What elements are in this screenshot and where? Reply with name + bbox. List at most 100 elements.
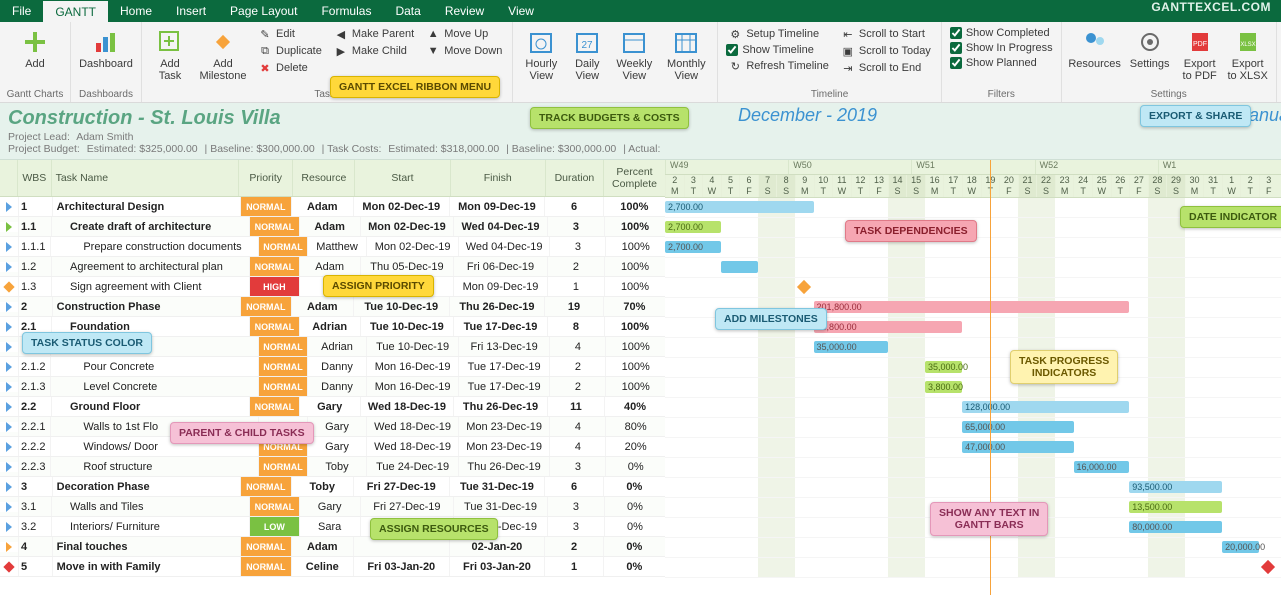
hourly-view-button[interactable]: Hourly View — [519, 24, 563, 82]
cell-resource[interactable]: Gary — [307, 417, 367, 436]
cell-task-name[interactable]: Decoration Phase — [52, 477, 240, 496]
cell-start[interactable]: Thu 05-Dec-19 — [360, 257, 454, 276]
task-row[interactable]: 1.1Create draft of architectureNORMALAda… — [0, 217, 665, 237]
show-planned-checkbox[interactable]: Show Planned — [948, 56, 1055, 70]
cell-start[interactable]: Tue 10-Dec-19 — [353, 297, 449, 316]
cell-priority[interactable]: NORMAL — [258, 337, 306, 356]
cell-priority[interactable]: NORMAL — [240, 297, 291, 316]
resources-button[interactable]: Resources — [1068, 24, 1122, 70]
gantt-bar[interactable]: 201,800.00 — [814, 301, 1130, 313]
cell-resource[interactable]: Adam — [299, 217, 360, 236]
refresh-timeline-button[interactable]: ↻Refresh Timeline — [724, 58, 833, 74]
cell-percent[interactable]: 100% — [604, 217, 665, 236]
cell-priority[interactable]: NORMAL — [240, 557, 291, 576]
duplicate-button[interactable]: ⧉Duplicate — [254, 43, 326, 59]
col-finish[interactable]: Finish — [450, 160, 545, 196]
cell-task-name[interactable]: Move in with Family — [52, 557, 240, 576]
add-task-button[interactable]: Add Task — [148, 24, 192, 82]
cell-priority[interactable]: HIGH — [249, 277, 299, 296]
col-start[interactable]: Start — [354, 160, 449, 196]
cell-wbs[interactable]: 3 — [18, 477, 52, 496]
col-priority[interactable]: Priority — [238, 160, 292, 196]
task-row[interactable]: 2.2.1Walls to 1st FloGaryWed 18-Dec-19Mo… — [0, 417, 665, 437]
task-row[interactable]: 3.2Interiors/ FurnitureLOWSaraFri 27-Dec… — [0, 517, 665, 537]
tab-page-layout[interactable]: Page Layout — [218, 0, 309, 22]
export-xlsx-button[interactable]: XLSXExport to XLSX — [1226, 24, 1270, 82]
cell-start[interactable]: Tue 10-Dec-19 — [360, 317, 454, 336]
cell-task-name[interactable]: Pour Concrete — [50, 357, 258, 376]
gantt-bar[interactable]: 3,800.00 — [925, 381, 962, 393]
cell-duration[interactable]: 2 — [549, 357, 605, 376]
cell-duration[interactable]: 3 — [547, 517, 604, 536]
cell-start[interactable]: Fri 27-Dec-19 — [360, 497, 454, 516]
show-completed-checkbox[interactable]: Show Completed — [948, 26, 1055, 40]
cell-duration[interactable]: 2 — [547, 257, 604, 276]
cell-resource[interactable]: Danny — [307, 377, 367, 396]
cell-resource[interactable]: Adam — [291, 537, 353, 556]
cell-finish[interactable]: Tue 31-Dec-19 — [453, 497, 547, 516]
cell-finish[interactable]: Tue 17-Dec-19 — [458, 357, 550, 376]
cell-priority[interactable]: NORMAL — [249, 397, 299, 416]
col-duration[interactable]: Duration — [545, 160, 603, 196]
cell-wbs[interactable]: 1.1.1 — [18, 237, 50, 256]
gantt-bar[interactable]: 35,000.00 — [814, 341, 888, 353]
cell-finish[interactable]: Fri 13-Dec-19 — [458, 337, 550, 356]
col-task[interactable]: Task Name — [51, 160, 238, 196]
cell-percent[interactable]: 100% — [605, 337, 665, 356]
cell-wbs[interactable]: 1 — [18, 197, 52, 216]
cell-start[interactable]: Wed 18-Dec-19 — [360, 397, 454, 416]
cell-resource[interactable]: Adam — [291, 197, 353, 216]
cell-wbs[interactable]: 1.1 — [18, 217, 51, 236]
cell-wbs[interactable]: 2.2.3 — [18, 457, 50, 476]
cell-wbs[interactable]: 3.2 — [18, 517, 51, 536]
cell-wbs[interactable]: 2.1.2 — [18, 357, 50, 376]
gantt-milestone[interactable] — [1261, 560, 1275, 574]
cell-duration[interactable]: 6 — [544, 197, 602, 216]
cell-resource[interactable]: Adrian — [307, 337, 367, 356]
cell-duration[interactable]: 8 — [547, 317, 604, 336]
tab-data[interactable]: Data — [383, 0, 432, 22]
cell-start[interactable]: Mon 16-Dec-19 — [366, 377, 458, 396]
cell-percent[interactable]: 100% — [603, 197, 665, 216]
cell-finish[interactable]: Wed 04-Dec-19 — [453, 217, 547, 236]
cell-percent[interactable]: 100% — [605, 377, 665, 396]
cell-wbs[interactable]: 5 — [18, 557, 52, 576]
daily-view-button[interactable]: 27Daily View — [567, 24, 607, 82]
cell-resource[interactable]: Adam — [291, 297, 353, 316]
tab-home[interactable]: Home — [108, 0, 164, 22]
tab-gantt[interactable]: GANTT — [43, 0, 108, 22]
weekly-view-button[interactable]: Weekly View — [611, 24, 657, 82]
task-row[interactable]: 2.2.2Windows/ DoorNORMALGaryWed 18-Dec-1… — [0, 437, 665, 457]
cell-percent[interactable]: 70% — [603, 297, 665, 316]
cell-start[interactable]: Mon 02-Dec-19 — [353, 197, 449, 216]
cell-resource[interactable]: Toby — [307, 457, 367, 476]
tab-review[interactable]: Review — [433, 0, 496, 22]
cell-finish[interactable]: Fri 06-Dec-19 — [453, 257, 547, 276]
cell-duration[interactable]: 4 — [549, 417, 605, 436]
cell-task-name[interactable]: Interiors/ Furniture — [51, 517, 249, 536]
cell-priority[interactable]: NORMAL — [240, 537, 291, 556]
setup-timeline-button[interactable]: ⚙Setup Timeline — [724, 26, 833, 42]
cell-finish[interactable]: Thu 26-Dec-19 — [449, 297, 545, 316]
cell-resource[interactable]: Danny — [307, 357, 367, 376]
cell-start[interactable]: Fri 27-Dec-19 — [353, 477, 449, 496]
gantt-bar[interactable] — [721, 261, 758, 273]
tab-view[interactable]: View — [496, 0, 546, 22]
cell-duration[interactable]: 3 — [547, 497, 604, 516]
cell-start[interactable]: Mon 02-Dec-19 — [366, 237, 458, 256]
cell-percent[interactable]: 40% — [604, 397, 665, 416]
settings-button[interactable]: Settings — [1126, 24, 1174, 70]
cell-percent[interactable]: 100% — [605, 237, 665, 256]
gantt-bar[interactable]: 2,700.00 — [665, 221, 721, 233]
cell-resource[interactable]: Gary — [299, 397, 360, 416]
task-row[interactable]: 2.1.2Pour ConcreteNORMALDannyMon 16-Dec-… — [0, 357, 665, 377]
cell-start[interactable]: Wed 18-Dec-19 — [366, 417, 458, 436]
scroll-today-button[interactable]: ▣Scroll to Today — [837, 43, 935, 59]
task-row[interactable]: 5Move in with FamilyNORMALCelineFri 03-J… — [0, 557, 665, 577]
cell-start[interactable]: Fri 03-Jan-20 — [353, 557, 449, 576]
cell-start[interactable]: Tue 10-Dec-19 — [366, 337, 458, 356]
cell-priority[interactable]: NORMAL — [240, 197, 291, 216]
cell-percent[interactable]: 0% — [604, 497, 665, 516]
gantt-milestone[interactable] — [797, 280, 811, 294]
cell-start[interactable]: Mon 16-Dec-19 — [366, 357, 458, 376]
